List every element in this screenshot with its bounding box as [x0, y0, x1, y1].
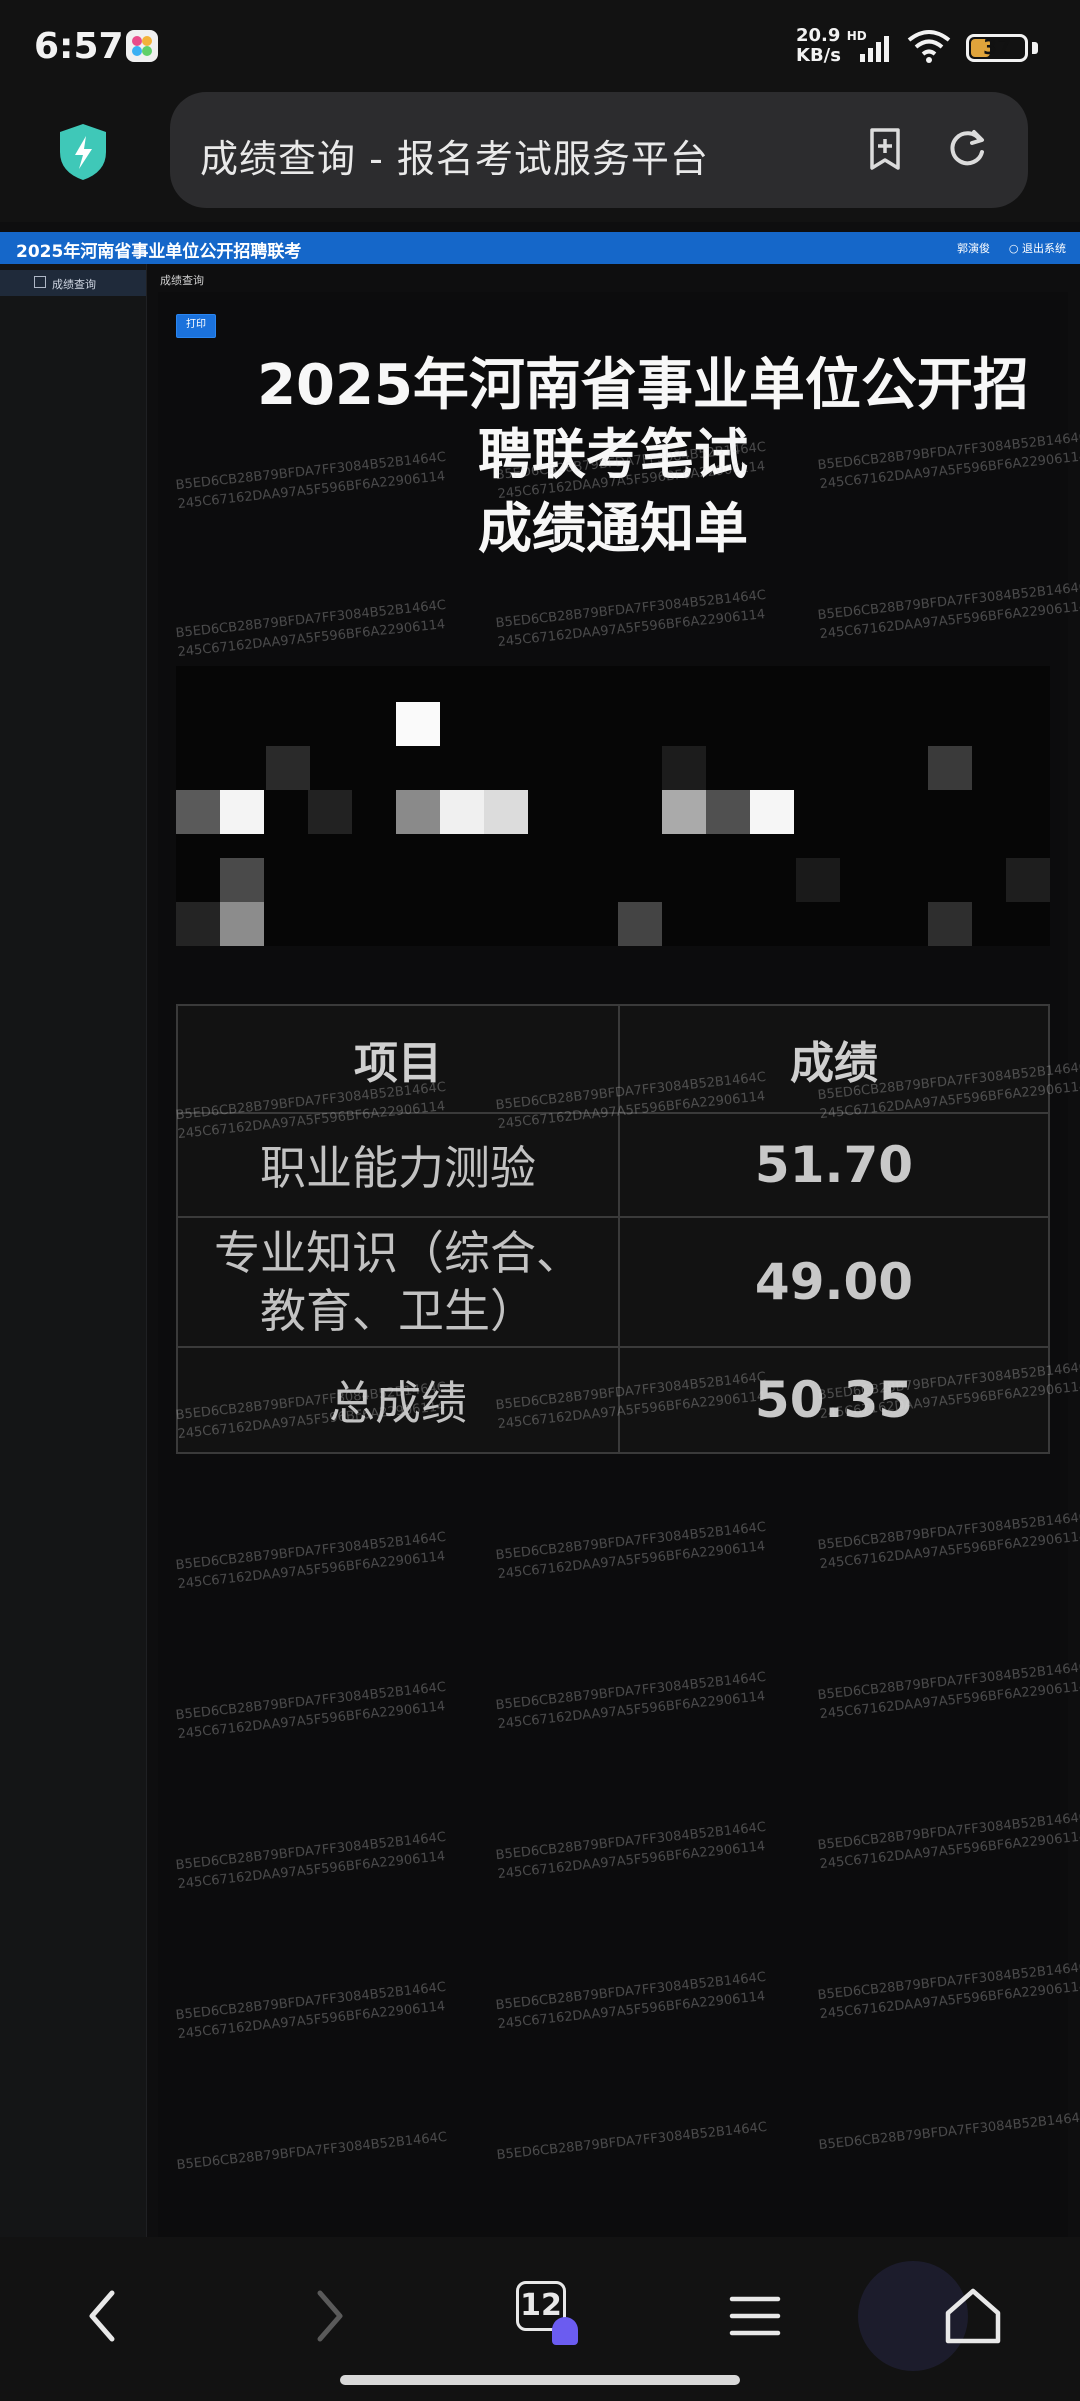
browser-toolbar: 成绩查询 - 报名考试服务平台: [0, 92, 1080, 222]
watermark: B5ED6CB28B79BFDA7FF3084B52B1464C 245C6716…: [175, 596, 449, 662]
watermark: B5ED6CB28B79BFDA7FF3084B52B1464C 245C6716…: [495, 1668, 769, 1734]
mosaic-cell: [266, 746, 310, 790]
mosaic-cell: [176, 902, 220, 946]
add-bookmark-icon[interactable]: [860, 124, 910, 174]
status-bar: 6:57 20.9 HD KB/s 37: [0, 0, 1080, 92]
mosaic-cell: [796, 858, 840, 902]
watermark: B5ED6CB28B79BFDA7FF3084B52B1464C 245C6716…: [817, 1958, 1080, 2024]
mosaic-cell: [220, 902, 264, 946]
watermark: B5ED6CB28B79BFDA7FF3084B52B1464C 245C6716…: [817, 1658, 1080, 1724]
print-button[interactable]: 打印: [176, 314, 216, 338]
mosaic-cell: [220, 790, 264, 834]
battery-icon: 37: [966, 34, 1028, 62]
mosaic-cell: [662, 746, 706, 790]
breadcrumb[interactable]: 成绩查询: [160, 272, 204, 288]
mosaic-cell: [220, 858, 264, 902]
battery-tip: [1032, 42, 1038, 54]
watermark: B5ED6CB28B79BFDA7FF3084B52B1464C: [176, 2128, 448, 2175]
site-title: 2025年河南省事业单位公开招聘联考: [16, 242, 302, 262]
mosaic-cell: [484, 790, 528, 834]
user-name[interactable]: 郭演俊: [957, 240, 990, 256]
watermark: B5ED6CB28B79BFDA7FF3084B52B1464C 245C6716…: [495, 1518, 769, 1584]
watermark: B5ED6CB28B79BFDA7FF3084B52B1464C 245C6716…: [495, 1818, 769, 1884]
forward-icon[interactable]: [292, 2281, 362, 2351]
mosaic-cell: [750, 790, 794, 834]
browser-bottom-nav: 12: [0, 2237, 1080, 2401]
notice-title-line1: 2025年河南省事业单位公开招: [257, 353, 1029, 418]
mosaic-cell: [662, 790, 706, 834]
watermark: B5ED6CB28B79BFDA7FF3084B52B1464C 245C6716…: [175, 1978, 449, 2044]
sidebar-item-score-query[interactable]: 成绩查询: [0, 270, 146, 296]
refresh-icon[interactable]: [942, 124, 992, 174]
mosaic-cell: [176, 790, 220, 834]
mosaic-cell: [928, 746, 972, 790]
item-score: 51.70: [618, 1112, 1050, 1218]
watermark: B5ED6CB28B79BFDA7FF3084B52B1464C 245C6716…: [175, 1528, 449, 1594]
sidebar: 成绩查询: [0, 264, 147, 2237]
signal-icon: [860, 36, 889, 62]
menu-icon[interactable]: [720, 2281, 790, 2351]
back-icon[interactable]: [70, 2281, 140, 2351]
watermark: B5ED6CB28B79BFDA7FF3084B52B1464C 245C6716…: [175, 1828, 449, 1894]
site-header: 2025年河南省事业单位公开招聘联考 郭演俊 ○ 退出系统: [0, 232, 1080, 264]
ghost-icon: [552, 2317, 578, 2345]
mosaic-cell: [706, 790, 750, 834]
watermark-line1: B5ED6CB28B79BFDA7FF3084B52B1464C: [817, 2109, 1080, 2154]
mosaic-cell: [396, 790, 440, 834]
mosaic-cell: [1006, 858, 1050, 902]
watermark: B5ED6CB28B79BFDA7FF3084B52B1464C 245C6716…: [817, 1508, 1080, 1574]
document-icon: [34, 276, 46, 288]
watermark: B5ED6CB28B79BFDA7FF3084B52B1464C: [496, 2118, 768, 2165]
watermark: B5ED6CB28B79BFDA7FF3084B52B1464C 245C6716…: [495, 1968, 769, 2034]
watermark: B5ED6CB28B79BFDA7FF3084B52B1464C: [818, 2108, 1080, 2155]
wifi-icon: [907, 30, 951, 63]
table-row: 专业知识（综合、教育、卫生） 49.00: [176, 1216, 1050, 1348]
mosaic-cell: [396, 702, 440, 746]
address-bar[interactable]: 成绩查询 - 报名考试服务平台: [170, 92, 1028, 208]
network-speed: 20.9 HD KB/s: [796, 26, 867, 66]
item-score: 49.00: [618, 1216, 1050, 1348]
status-time: 6:57: [34, 26, 124, 67]
score-notice-content: 打印 2025年河南省事业单位公开招 聘联考笔试 成绩通知单 B5ED6CB28…: [158, 292, 1080, 2237]
watermark: B5ED6CB28B79BFDA7FF3084B52B1464C 245C6716…: [175, 1678, 449, 1744]
home-indicator[interactable]: [340, 2375, 740, 2385]
mosaic-cell: [618, 902, 662, 946]
watermark-line1: B5ED6CB28B79BFDA7FF3084B52B1464C: [175, 2129, 448, 2174]
watermark: B5ED6CB28B79BFDA7FF3084B52B1464C 245C6716…: [495, 586, 769, 652]
network-speed-unit: KB/s: [796, 45, 841, 66]
battery-level: 37: [983, 35, 1011, 59]
logout-link[interactable]: ○ 退出系统: [1009, 240, 1066, 256]
watermark: B5ED6CB28B79BFDA7FF3084B52B1464C 245C6716…: [817, 578, 1080, 644]
sidebar-item-label: 成绩查询: [52, 278, 96, 291]
redacted-personal-info: [176, 666, 1050, 946]
network-speed-value: 20.9: [796, 25, 841, 46]
web-page: 2025年河南省事业单位公开招聘联考 郭演俊 ○ 退出系统 成绩查询 成绩查询 …: [0, 222, 1080, 2237]
watermark: B5ED6CB28B79BFDA7FF3084B52B1464C 245C6716…: [817, 1808, 1080, 1874]
page-title[interactable]: 成绩查询 - 报名考试服务平台: [200, 128, 709, 183]
shield-icon[interactable]: [56, 122, 110, 182]
logout-label: 退出系统: [1022, 242, 1066, 255]
mosaic-cell: [440, 790, 484, 834]
item-name: 专业知识（综合、教育、卫生）: [176, 1216, 620, 1348]
watermark-line1: B5ED6CB28B79BFDA7FF3084B52B1464C: [495, 2119, 768, 2164]
app-notification-icon: [126, 30, 158, 62]
home-icon[interactable]: [938, 2281, 1008, 2351]
mosaic-cell: [928, 902, 972, 946]
mosaic-cell: [308, 790, 352, 834]
